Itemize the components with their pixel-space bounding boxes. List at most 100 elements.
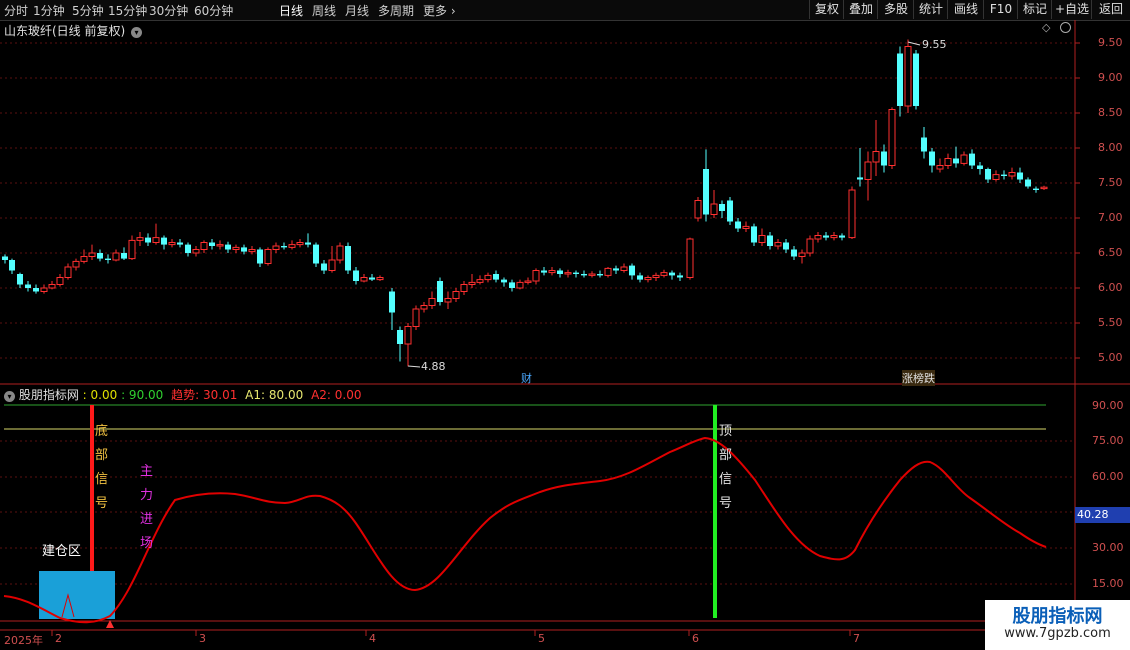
chevron-down-icon[interactable]: ▾ xyxy=(131,27,143,38)
date-label: 3 xyxy=(199,632,206,645)
candle-body xyxy=(767,235,773,246)
watermark: 股朋指标网 www.7gpzb.com xyxy=(985,600,1130,650)
price-tick: 9.50 xyxy=(1098,36,1123,49)
candle-body xyxy=(321,263,327,271)
candle-body xyxy=(437,281,443,302)
high-price-label: 9.55 xyxy=(922,38,947,51)
candle-body xyxy=(336,245,344,261)
candle-body xyxy=(830,235,838,239)
price-tick: 7.00 xyxy=(1098,211,1123,224)
candle-body xyxy=(774,242,782,247)
candle-body xyxy=(17,274,23,285)
indicator-tick: 75.00 xyxy=(1092,434,1124,447)
trend-curve xyxy=(3,436,1047,624)
chart-title[interactable]: 山东玻纤(日线 前复权) ▾ xyxy=(4,22,143,39)
candle-body xyxy=(25,284,31,288)
candle-body xyxy=(48,284,56,289)
candle-body xyxy=(823,235,829,238)
candle-body xyxy=(710,203,718,215)
candle-body xyxy=(929,151,935,166)
candle-body xyxy=(97,253,103,259)
price-tick: 6.50 xyxy=(1098,246,1123,259)
price-tick: 9.00 xyxy=(1098,71,1123,84)
candle-body xyxy=(969,153,975,166)
candle-body xyxy=(541,270,547,273)
date-label: 2 xyxy=(55,632,62,645)
candle-body xyxy=(72,260,80,268)
indicator-tick: 90.00 xyxy=(1092,399,1124,412)
indicator-title[interactable]: ▾ 股朋指标网 : 0.00 : 90.00 趋势: 30.01 A1: 80.… xyxy=(4,386,361,403)
candle-body xyxy=(913,53,919,106)
bottom-signal-text: 底部 信号 xyxy=(95,424,109,511)
candle-body xyxy=(288,244,296,248)
candle-body xyxy=(1017,172,1023,180)
build-zone-label: 建仓区 xyxy=(42,544,82,559)
indicator-tick: 60.00 xyxy=(1092,470,1124,483)
candle-body xyxy=(581,274,587,276)
candle-body xyxy=(719,204,725,211)
current-value-label: 40.28 xyxy=(1077,508,1109,521)
candle-body xyxy=(694,200,702,219)
candle-body xyxy=(1001,174,1007,176)
candle-body xyxy=(644,277,652,281)
candle-body xyxy=(921,137,927,152)
date-label: 5 xyxy=(538,632,545,645)
watermark-url: www.7gpzb.com xyxy=(1004,626,1111,641)
candle-body xyxy=(177,242,183,245)
circle-icon[interactable] xyxy=(1060,22,1071,33)
candle-body xyxy=(40,287,48,292)
candle-body xyxy=(476,279,484,283)
candle-body xyxy=(557,270,563,274)
candle-body xyxy=(216,244,224,247)
candle-body xyxy=(452,291,460,299)
candle-body xyxy=(9,260,15,271)
candle-body xyxy=(501,279,507,283)
top-signal-bar xyxy=(713,405,717,618)
candle-body xyxy=(152,237,160,244)
candle-body xyxy=(33,288,39,292)
candle-body xyxy=(64,266,72,278)
candle-body xyxy=(897,53,903,106)
candle-body xyxy=(669,272,675,276)
candle-body xyxy=(225,244,231,250)
candle-body xyxy=(420,305,428,310)
candle-body xyxy=(200,242,208,250)
candle-body xyxy=(660,272,668,276)
indicator-tick: 15.00 xyxy=(1092,577,1124,590)
candle-body xyxy=(241,247,247,252)
indicator-value-90: : 90.00 xyxy=(121,388,164,402)
candle-body xyxy=(145,237,151,243)
diamond-icon[interactable]: ◇ xyxy=(1042,21,1050,34)
candle-body xyxy=(888,109,896,166)
chart-title-text: 山东玻纤(日线 前复权) xyxy=(4,24,126,38)
candle-body xyxy=(806,238,814,254)
candle-body xyxy=(1040,186,1048,190)
date-label: 4 xyxy=(369,632,376,645)
candle-body xyxy=(257,249,263,264)
candle-body xyxy=(564,272,572,275)
candle-body xyxy=(281,246,287,248)
candle-body xyxy=(985,169,991,180)
candle-body xyxy=(727,200,733,222)
price-tick: 7.50 xyxy=(1098,176,1123,189)
finance-marker[interactable]: 财 xyxy=(521,370,532,386)
candle-body xyxy=(944,158,952,166)
candle-body xyxy=(814,235,822,240)
candle-body xyxy=(369,277,375,280)
candle-body xyxy=(960,154,968,164)
candle-body xyxy=(1033,188,1039,190)
candle-body xyxy=(272,245,280,250)
a2-value: A2: 0.00 xyxy=(311,388,362,402)
candle-body xyxy=(484,274,492,281)
candle-body xyxy=(128,239,136,260)
candle-body xyxy=(872,151,880,163)
candle-body xyxy=(703,169,709,215)
price-tick: 6.00 xyxy=(1098,281,1123,294)
price-tick: 8.00 xyxy=(1098,141,1123,154)
candle-body xyxy=(88,252,96,257)
candle-body xyxy=(121,253,127,259)
chevron-down-icon[interactable]: ▾ xyxy=(4,391,15,402)
candle-body xyxy=(864,161,872,180)
ranking-marker[interactable]: 涨榜跌 xyxy=(902,370,935,386)
candle-body xyxy=(2,256,8,260)
